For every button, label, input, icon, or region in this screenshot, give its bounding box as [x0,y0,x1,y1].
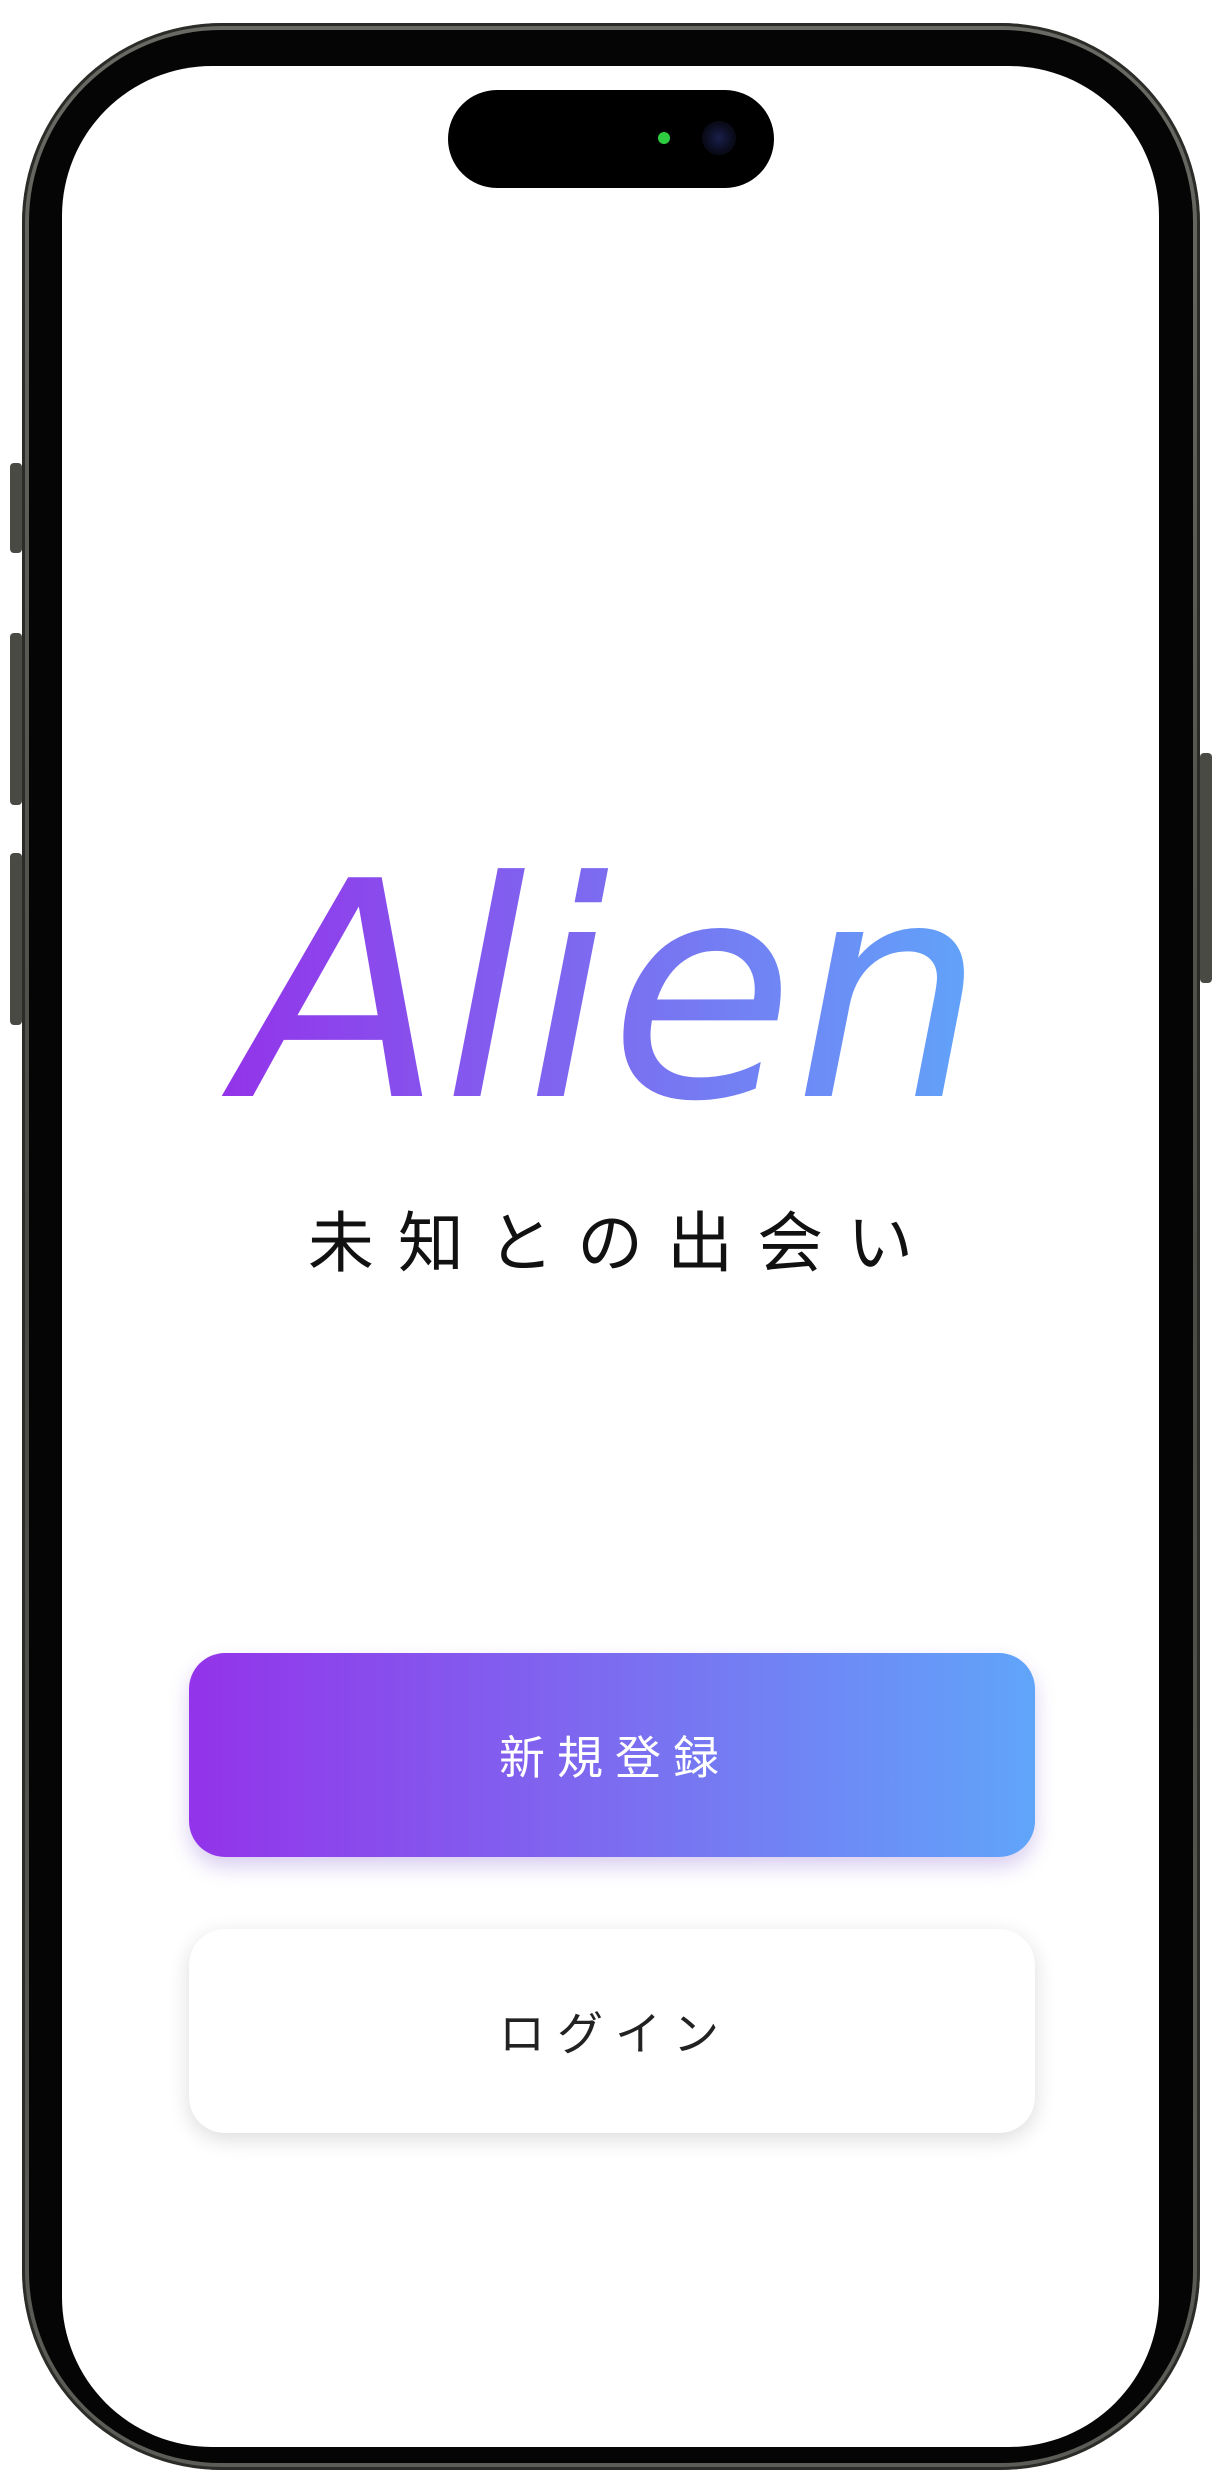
signup-button[interactable]: 新規登録 [189,1653,1035,1857]
signup-button-label: 新規登録 [499,1731,731,1785]
power-button [1200,753,1212,983]
camera-indicator-icon [658,132,670,144]
app-screen: Alien 未知との出会い 新規登録 ログイン [62,66,1159,2447]
login-button-label: ログイン [499,2007,731,2061]
dynamic-island [448,90,774,188]
volume-up-button [10,633,22,805]
volume-down-button [10,853,22,1025]
logo-text: Alien [218,818,983,1126]
login-button[interactable]: ログイン [189,1929,1035,2133]
action-button [10,463,22,553]
tagline: 未知との出会い [307,1205,938,1282]
app-logo: Alien [62,806,1159,1126]
front-camera-icon [702,121,736,155]
logo-wordmark: Alien [218,818,983,1126]
